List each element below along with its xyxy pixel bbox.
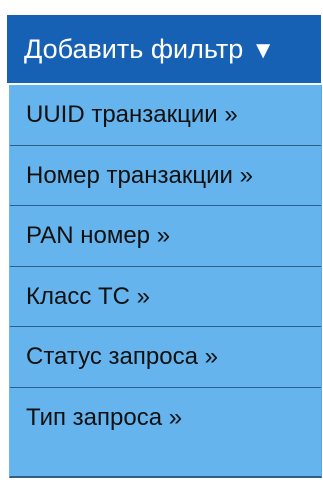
filter-option-vehicle-class[interactable]: Класс ТС » [10,267,321,327]
filter-dropdown: Добавить фильтр ▼ UUID транзакции » Номер… [0,0,323,488]
filter-option-request-type[interactable]: Тип запроса » [10,388,321,449]
filter-option-pan-number[interactable]: PAN номер » [10,206,321,267]
add-filter-button-label: Добавить фильтр [24,34,244,64]
filter-menu: UUID транзакции » Номер транзакции » PAN… [9,85,322,478]
add-filter-button[interactable]: Добавить фильтр ▼ [7,15,321,83]
filter-option-request-status[interactable]: Статус запроса » [10,327,321,388]
filter-option-transaction-number[interactable]: Номер транзакции » [10,146,321,206]
filter-option-uuid[interactable]: UUID транзакции » [10,85,321,146]
caret-down-icon: ▼ [251,37,275,64]
